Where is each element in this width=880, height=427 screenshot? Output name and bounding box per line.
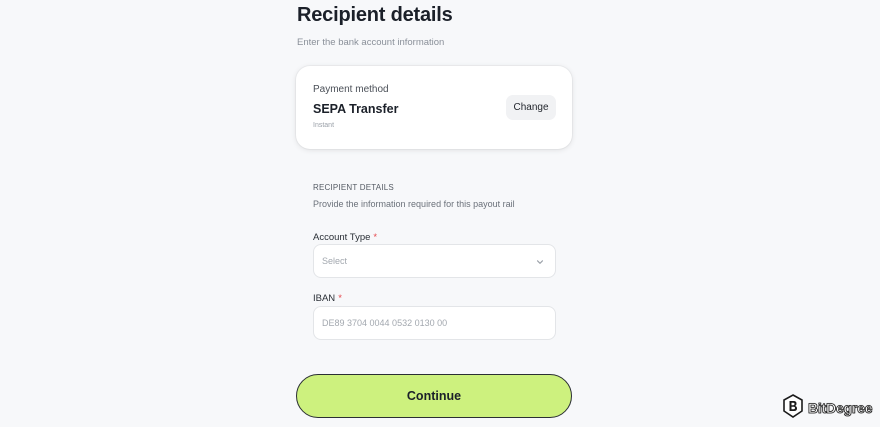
continue-button[interactable]: Continue [296, 374, 572, 418]
change-button[interactable]: Change [506, 95, 556, 120]
payment-method-name: SEPA Transfer [313, 102, 399, 116]
chevron-down-icon [535, 257, 545, 267]
iban-input[interactable] [313, 306, 556, 340]
account-type-select[interactable]: Select [313, 244, 556, 278]
required-mark: * [338, 293, 342, 304]
account-type-placeholder: Select [322, 256, 348, 266]
recipient-section-description: Provide the information required for thi… [313, 199, 515, 209]
bitdegree-watermark: BitDegree [782, 393, 873, 423]
iban-label-text: IBAN [313, 293, 336, 304]
recipient-section-heading: RECIPIENT DETAILS [313, 183, 394, 192]
account-type-label-text: Account Type [313, 232, 371, 243]
payment-method-speed: Instant [313, 122, 335, 129]
payment-method-card: Payment method SEPA Transfer Instant Cha… [296, 66, 572, 149]
account-type-label: Account Type * [313, 232, 377, 243]
page-title: Recipient details [297, 4, 453, 26]
iban-label: IBAN * [313, 293, 342, 304]
bitdegree-watermark-text: BitDegree [808, 400, 873, 417]
required-mark: * [373, 232, 378, 243]
payment-method-label: Payment method [313, 84, 389, 95]
bitdegree-logo-icon [782, 393, 804, 423]
page-subtitle: Enter the bank account information [297, 37, 445, 48]
